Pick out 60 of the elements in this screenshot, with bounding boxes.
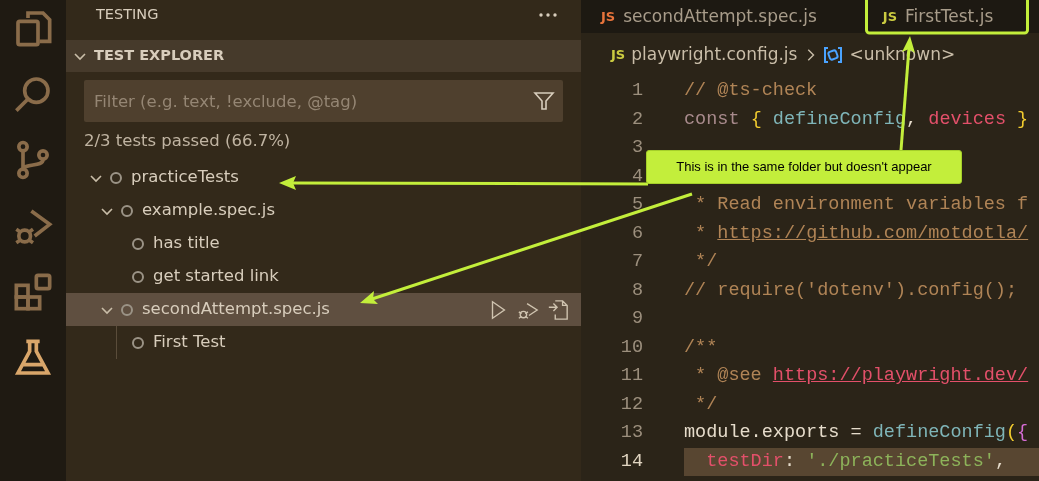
panel-title: TESTING [96,5,159,25]
line-number: 14 [619,449,643,474]
line-number: 6 [630,221,643,246]
code-line: * https://github.com/motdotla/ [694,221,1029,246]
line-number: 4 [630,164,643,189]
tab-label: FirstTest.js [905,4,994,28]
status-icon [132,237,144,250]
filter-icon[interactable] [533,90,555,112]
section-title: TEST EXPLORER [94,46,225,66]
tree-label: example.spec.js [142,199,275,222]
js-label: JS [611,46,626,65]
code-line: testDir: './practiceTests', [705,449,1006,474]
status-icon [121,204,133,217]
line-number: 5 [630,193,643,218]
line-number: 9 [630,307,643,332]
line-number: 2 [630,107,643,132]
status-icon [110,171,122,184]
tab-label: secondAttempt.spec.js [623,4,817,28]
go-to-file-icon[interactable] [547,298,569,321]
js-label: JS [601,7,616,26]
tree-label: First Test [153,331,226,354]
line-number: 8 [630,278,643,303]
status-icon [121,303,133,316]
code-line: /** [684,335,718,360]
line-number: 7 [630,250,643,275]
tree-item[interactable]: has title [66,227,581,260]
js-label: JS [882,7,897,26]
code-line: */ [694,250,718,275]
line-number: 11 [619,364,643,389]
code-line: * Read environment variables f [694,193,1029,218]
code-line: // require('dotenv').config(); [684,278,1018,303]
more-icon[interactable] [539,13,557,17]
tree-label: get started link [153,265,279,288]
tree-item[interactable]: get started link [66,260,581,293]
line-number: 3 [630,136,643,161]
symbol-icon[interactable] [823,45,844,65]
status-icon [132,336,144,349]
status-icon [132,270,144,283]
editor-tab[interactable]: JS FirstTest.js [862,0,1014,33]
line-number: 13 [619,421,643,446]
tree-item[interactable]: secondAttempt.spec.js [66,293,581,326]
callout: This is in the same folder but doesn't appear [646,150,962,184]
breadcrumb-item[interactable]: playwright.config.js [631,42,798,68]
tree-item[interactable]: practiceTests [66,161,581,194]
code-line: * @see https://playwright.dev/ [694,364,1029,389]
editor-tab[interactable]: JS secondAttempt.spec.js [581,0,837,33]
tree-label: secondAttempt.spec.js [142,298,330,321]
code-line: module.exports = defineConfig({ [684,421,1029,446]
line-number: 10 [619,335,643,360]
tree-item[interactable]: example.spec.js [66,194,581,227]
line-number: 12 [619,392,643,417]
tree-label: has title [153,232,220,255]
code-line: // @ts-check [684,79,818,104]
tree-item[interactable]: First Test [66,326,581,359]
section-header[interactable]: TEST EXPLORER [66,40,581,72]
tree-label: practiceTests [131,166,239,189]
line-number: 1 [630,79,643,104]
filter-field[interactable]: Filter (e.g. text, !exclude, @tag) [84,80,563,122]
code-line: */ [694,392,718,417]
test-summary: 2/3 tests passed (66.7%) [84,131,291,150]
